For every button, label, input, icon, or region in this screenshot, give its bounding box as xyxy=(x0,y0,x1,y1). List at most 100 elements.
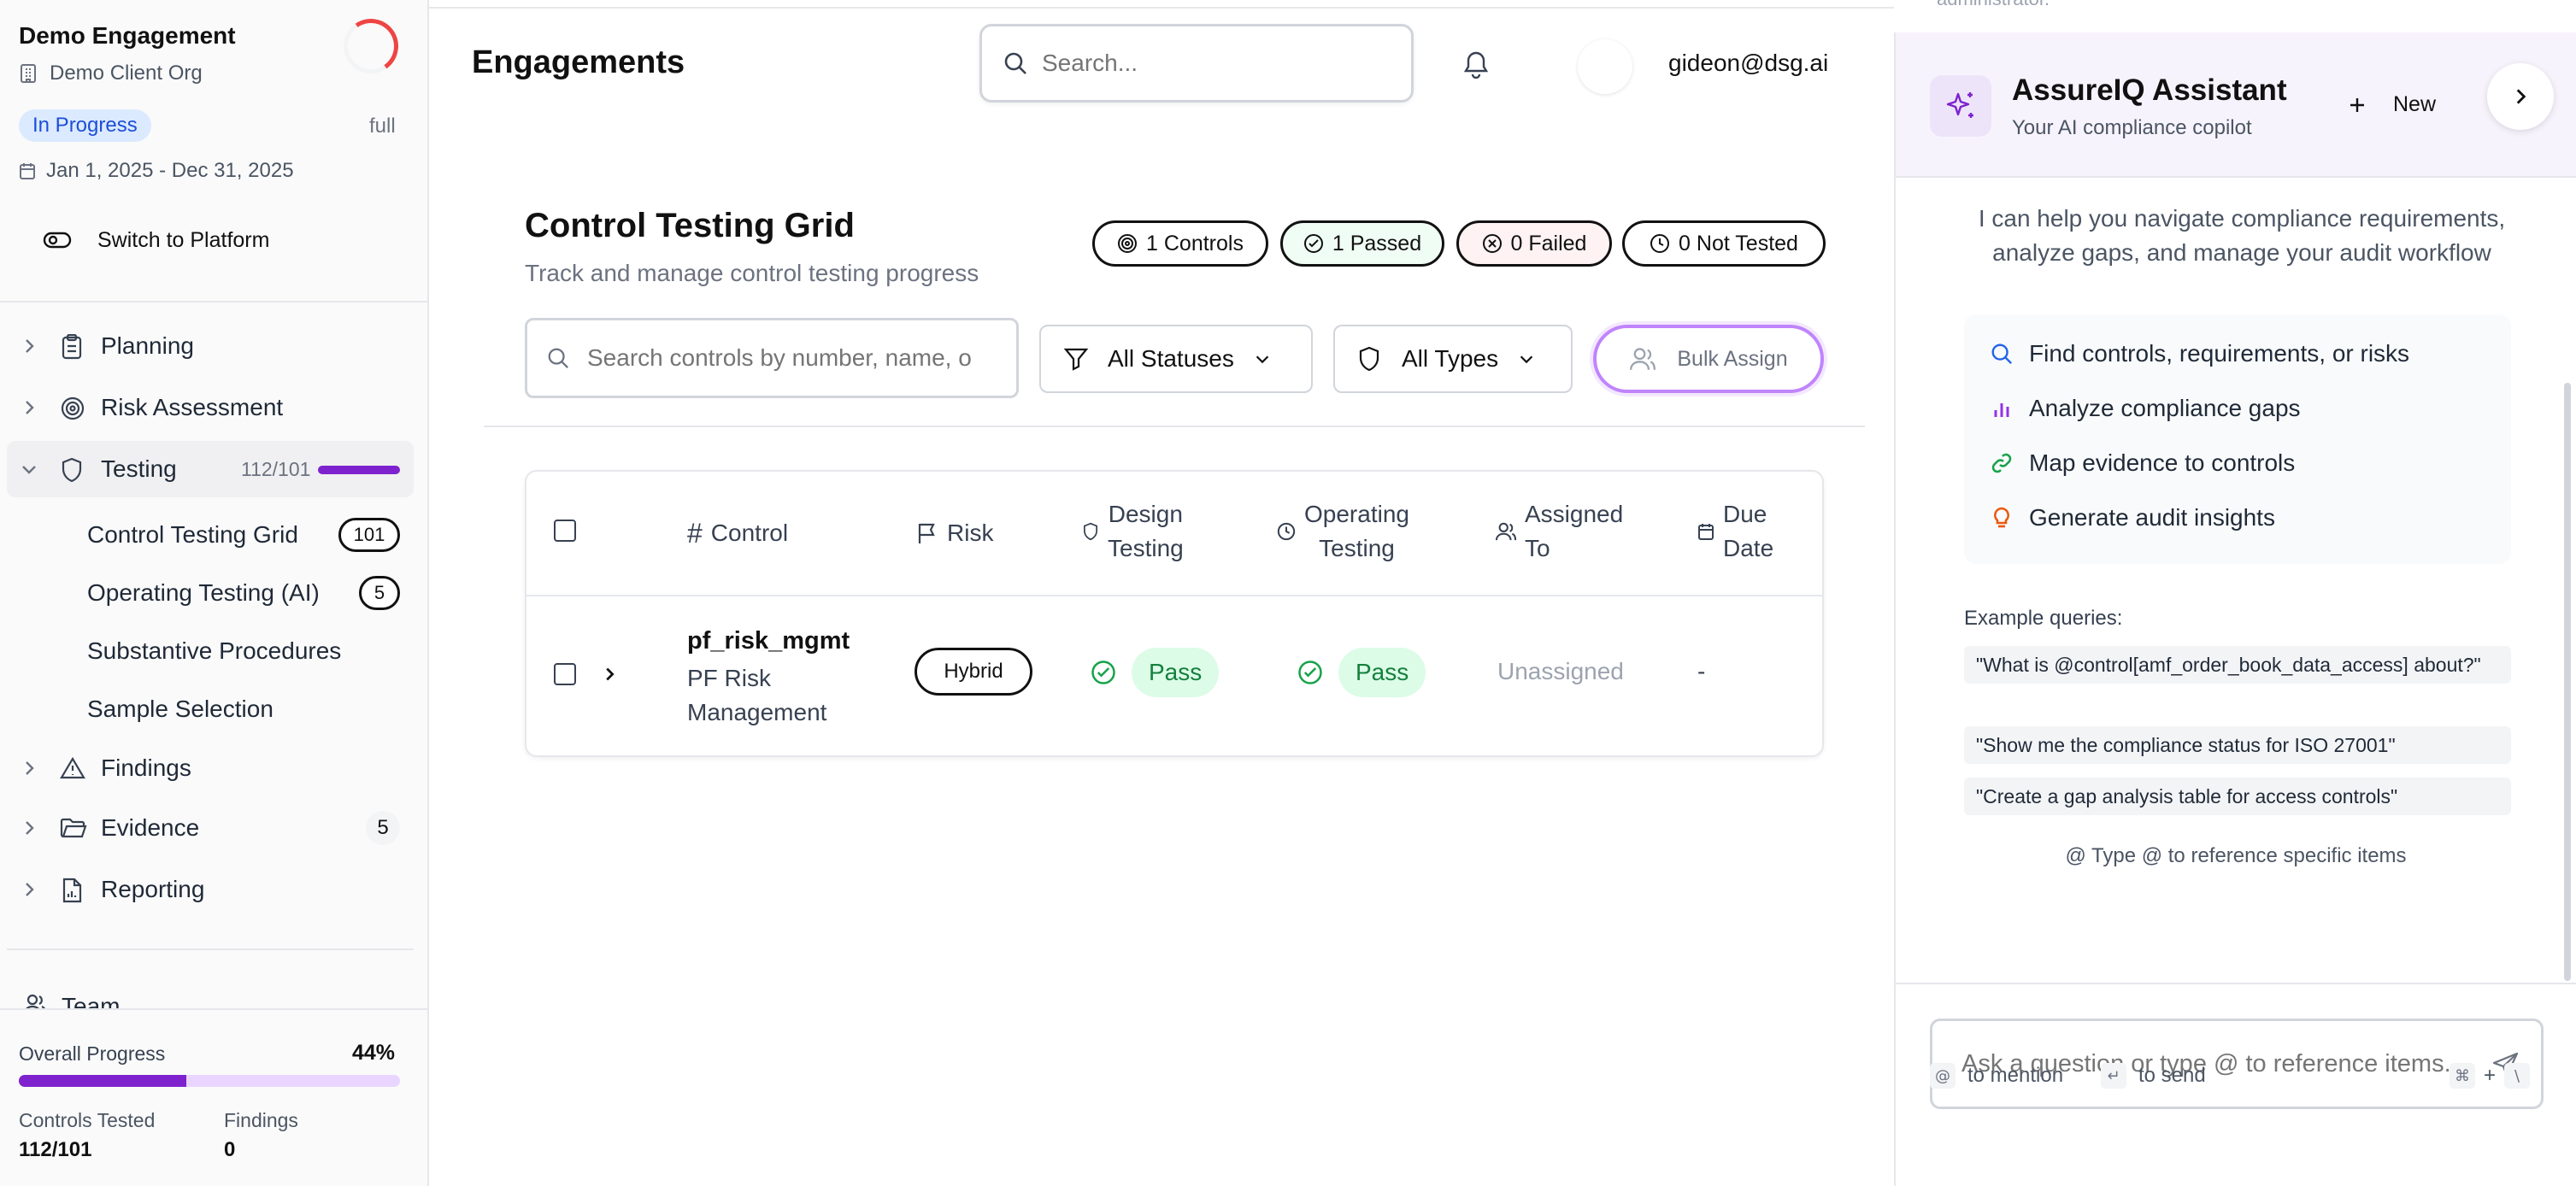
enter-key: ↵ xyxy=(2101,1063,2126,1089)
bell-icon[interactable] xyxy=(1461,48,1491,79)
link-icon xyxy=(1991,453,2012,473)
shield-icon xyxy=(62,457,82,483)
scrollbar[interactable] xyxy=(2564,383,2571,981)
clock-icon xyxy=(1650,234,1670,253)
check-circle-icon xyxy=(1303,234,1323,253)
assistant-panel: AssureIQ Assistant Your AI compliance co… xyxy=(1894,32,2576,1186)
filter-icon xyxy=(1063,348,1089,371)
example-queries-label: Example queries: xyxy=(1964,607,2123,630)
overall-progress-bar xyxy=(19,1075,400,1087)
capability-item: Map evidence to controls xyxy=(1990,449,2295,477)
grid-subtitle: Track and manage control testing progres… xyxy=(525,260,979,286)
capability-item: Generate audit insights xyxy=(1990,504,2275,531)
sidebar-subitem-sample-selection[interactable]: Sample Selection xyxy=(87,684,273,735)
date-range: Jan 1, 2025 - Dec 31, 2025 xyxy=(19,159,294,183)
capability-label: Find controls, requirements, or risks xyxy=(2029,340,2410,367)
sidebar-item-label: Testing xyxy=(101,455,177,482)
assistant-intro: I can help you navigate compliance requi… xyxy=(1978,205,2506,266)
user-email[interactable]: gideon@dsg.ai xyxy=(1668,50,1828,77)
sidebar-subitem-label: Control Testing Grid xyxy=(87,521,298,548)
sidebar-subitem-substantive-procedures[interactable]: Substantive Procedures xyxy=(87,625,341,677)
assignee[interactable]: Unassigned xyxy=(1497,658,1624,685)
sidebar-item-reporting[interactable]: Reporting xyxy=(0,861,414,918)
sidebar-item-findings[interactable]: Findings xyxy=(0,740,414,796)
bulk-assign-button[interactable]: Bulk Assign xyxy=(1593,325,1824,393)
overall-progress-panel: Overall Progress 44% Controls Tested 112… xyxy=(0,1008,427,1186)
operating-status-badge[interactable]: Pass xyxy=(1338,648,1426,697)
chevron-down-icon xyxy=(1256,355,1269,364)
sidebar-item-label: Planning xyxy=(101,332,194,359)
controls-tested-value: 112/101 xyxy=(19,1138,92,1161)
switch-platform-button[interactable]: Switch to Platform xyxy=(43,219,269,261)
sidebar-subitem-operating-testing-ai[interactable]: Operating Testing (AI) xyxy=(87,567,320,619)
status-filter-dropdown[interactable]: All Statuses xyxy=(1039,325,1313,393)
type-filter-label: All Types xyxy=(1402,345,1499,372)
toggle-icon xyxy=(43,232,72,249)
column-header-text: Due Date xyxy=(1723,497,1773,566)
chevron-right-icon xyxy=(26,339,34,353)
overall-progress-fill xyxy=(19,1075,187,1087)
chevron-down-icon xyxy=(22,466,36,474)
grid-title: Control Testing Grid xyxy=(525,207,855,244)
column-header-label-line: Date xyxy=(1723,535,1774,561)
capability-item: Find controls, requirements, or risks xyxy=(1990,340,2409,367)
search-icon xyxy=(1004,52,1026,74)
column-header-text: Design Testing xyxy=(1108,497,1184,566)
sidebar-item-evidence[interactable]: Evidence 5 xyxy=(0,800,414,856)
design-status-badge[interactable]: Pass xyxy=(1132,648,1220,697)
sidebar-item-testing[interactable]: Testing 112/101 xyxy=(7,441,414,497)
global-search[interactable] xyxy=(979,24,1414,103)
column-header-risk[interactable]: Risk xyxy=(916,516,993,550)
alert-triangle-icon xyxy=(60,756,85,779)
capabilities-list: Find controls, requirements, or risks An… xyxy=(1964,314,2511,564)
control-search[interactable] xyxy=(525,318,1019,398)
column-header-label-line: Testing xyxy=(1319,535,1395,561)
command-key: ⌘ xyxy=(2450,1063,2475,1089)
flag-icon xyxy=(918,523,935,543)
avatar[interactable] xyxy=(1578,39,1632,94)
example-query[interactable]: "What is @control[amf_order_book_data_ac… xyxy=(1964,646,2511,684)
send-shortcut-hint: ↵ to send xyxy=(2101,1063,2206,1089)
count-badge: 5 xyxy=(359,576,400,610)
calendar-icon xyxy=(1698,524,1714,540)
column-header-control[interactable]: # Control xyxy=(687,516,788,550)
shield-icon xyxy=(1359,346,1379,372)
sidebar-subitem-control-testing-grid[interactable]: Control Testing Grid xyxy=(87,509,298,561)
sidebar-item-risk-assessment[interactable]: Risk Assessment xyxy=(0,379,414,436)
new-chat-button[interactable]: New xyxy=(2347,92,2436,117)
failed-count-label: 0 Failed xyxy=(1510,231,1587,255)
sidebar-item-planning[interactable]: Planning xyxy=(0,318,414,374)
example-query[interactable]: "Show me the compliance status for ISO 2… xyxy=(1964,726,2511,764)
sparkles-icon xyxy=(1930,75,1991,137)
column-header-assigned-to[interactable]: Assigned To xyxy=(1496,497,1623,566)
assistant-top-fragment: administrator. xyxy=(1937,0,2050,10)
control-search-input[interactable] xyxy=(587,344,997,372)
backslash-key: \ xyxy=(2504,1063,2531,1089)
due-date: - xyxy=(1697,658,1706,684)
control-testing-grid-card: Control Testing Grid Track and manage co… xyxy=(484,174,1865,427)
controls-count-label: 1 Controls xyxy=(1146,231,1244,255)
sidebar-divider xyxy=(0,301,427,302)
row-checkbox[interactable] xyxy=(554,663,576,685)
collapse-assistant-button[interactable] xyxy=(2487,63,2554,130)
type-filter-dropdown[interactable]: All Types xyxy=(1333,325,1573,393)
control-id[interactable]: pf_risk_mgmt xyxy=(687,627,850,655)
target-icon xyxy=(1118,234,1138,253)
column-header-label: Control xyxy=(710,520,789,546)
mention-hint: @ Type @ to reference specific items xyxy=(2065,844,2407,867)
bar-chart-icon xyxy=(1994,403,2009,417)
chevron-right-icon xyxy=(26,821,34,835)
column-header-design-testing[interactable]: Design Testing xyxy=(1082,497,1184,566)
search-input[interactable] xyxy=(1042,50,1384,77)
not-tested-count-label: 0 Not Tested xyxy=(1679,231,1798,255)
column-header-due-date[interactable]: Due Date xyxy=(1697,497,1773,566)
select-all-checkbox[interactable] xyxy=(554,520,576,542)
assistant-header: AssureIQ Assistant Your AI compliance co… xyxy=(1896,32,2576,178)
example-query[interactable]: "Create a gap analysis table for access … xyxy=(1964,778,2511,815)
calendar-icon xyxy=(20,163,35,179)
table-row[interactable]: pf_risk_mgmt PF Risk Management Hybrid P… xyxy=(526,596,1822,755)
column-header-operating-testing[interactable]: Operating Testing xyxy=(1277,497,1409,566)
testing-count: 112/101 xyxy=(241,457,311,480)
shield-icon xyxy=(1084,522,1097,541)
chevron-right-icon[interactable] xyxy=(600,663,619,685)
